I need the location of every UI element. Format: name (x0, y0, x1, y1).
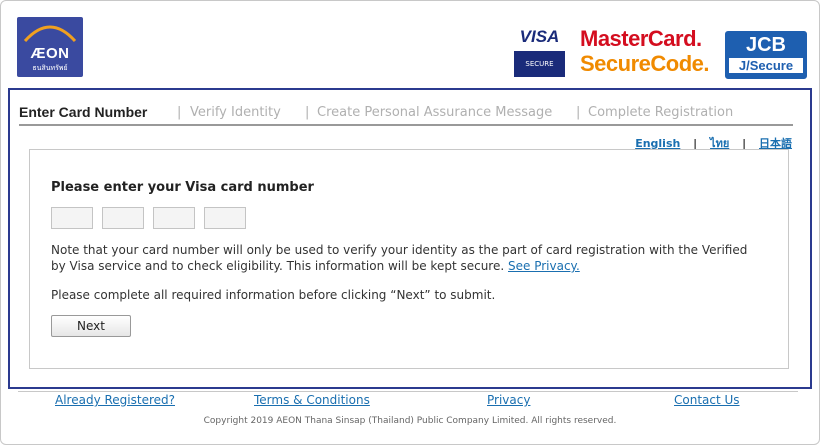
copyright-text: Copyright 2019 AEON Thana Sinsap (Thaila… (203, 416, 617, 426)
contact-us-link[interactable]: Contact Us (674, 393, 740, 407)
step-verify-identity: Verify Identity (190, 105, 281, 120)
terms-conditions-link[interactable]: Terms & Conditions (254, 393, 370, 407)
jcb-logo-secure: J/Secure (729, 58, 803, 73)
step-complete-registration: Complete Registration (588, 105, 734, 120)
already-registered-link[interactable]: Already Registered? (55, 393, 175, 407)
privacy-note-text: Note that your card number will only be … (51, 243, 748, 273)
card-entry-form: Please enter your Visa card number Note … (29, 149, 789, 369)
step-indicator: Enter Card Number | Verify Identity | Cr… (19, 104, 793, 126)
jcb-logo-word: JCB (745, 34, 786, 56)
registration-panel: Enter Card Number | Verify Identity | Cr… (8, 88, 812, 389)
card-number-inputs (51, 207, 250, 229)
step-enter-card-number: Enter Card Number (19, 104, 148, 120)
aeon-logo-sub: ธนสินทรัพย์ (32, 64, 68, 72)
see-privacy-link[interactable]: See Privacy. (508, 259, 580, 273)
visa-logo-word: VISA (519, 27, 560, 46)
mastercard-securecode-logo: MasterCard. SecureCode. (580, 28, 710, 78)
footer-divider (18, 391, 798, 392)
mastercard-logo-line2: SecureCode. (580, 51, 710, 76)
step-separator: | (576, 105, 581, 120)
step-create-pam: Create Personal Assurance Message (317, 105, 553, 120)
submit-instruction: Please complete all required information… (51, 288, 496, 302)
verified-by-visa-logo: VISA SECURE (514, 25, 565, 77)
form-title: Please enter your Visa card number (51, 180, 314, 195)
aeon-logo-word: ÆON (30, 45, 70, 62)
privacy-link[interactable]: Privacy (487, 393, 530, 407)
aeon-logo: ÆON ธนสินทรัพย์ (17, 17, 83, 77)
jcb-jsecure-logo: JCB J/Secure (725, 31, 807, 79)
card-number-input-3[interactable] (153, 207, 196, 229)
mastercard-logo-line1: MasterCard. (580, 26, 702, 51)
visa-logo-secure: SECURE (514, 51, 565, 77)
next-button[interactable]: Next (51, 315, 131, 337)
card-number-input-2[interactable] (102, 207, 145, 229)
card-number-input-1[interactable] (51, 207, 93, 229)
aeon-arc-icon (23, 25, 77, 43)
card-number-input-4[interactable] (204, 207, 247, 229)
step-separator: | (177, 105, 182, 120)
step-separator: | (305, 105, 310, 120)
privacy-note: Note that your card number will only be … (51, 242, 751, 274)
